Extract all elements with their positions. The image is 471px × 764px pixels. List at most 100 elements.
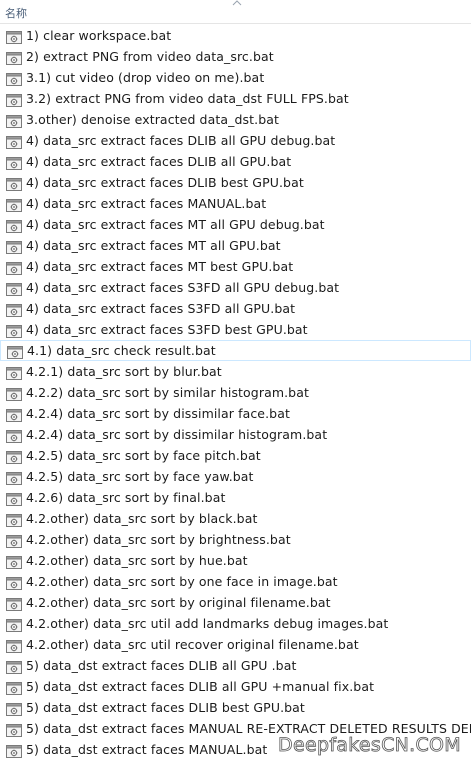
file-row[interactable]: 4.2.6) data_src sort by final.bat — [0, 487, 471, 508]
file-name: 4) data_src extract faces MT best GPU.ba… — [26, 259, 294, 274]
file-name: 4) data_src extract faces DLIB all GPU d… — [26, 133, 336, 148]
file-name: 4) data_src extract faces MT all GPU deb… — [26, 217, 325, 232]
file-row[interactable]: 1) clear workspace.bat — [0, 25, 471, 46]
batch-file-icon — [6, 680, 22, 695]
file-row[interactable]: 4.2.4) data_src sort by dissimilar histo… — [0, 424, 471, 445]
batch-file-icon — [6, 29, 22, 44]
batch-file-icon — [6, 617, 22, 632]
file-row[interactable]: 4) data_src extract faces DLIB best GPU.… — [0, 172, 471, 193]
file-row[interactable]: 3.2) extract PNG from video data_dst FUL… — [0, 88, 471, 109]
batch-file-icon — [6, 554, 22, 569]
file-name: 4.2.other) data_src sort by brightness.b… — [26, 532, 291, 547]
file-name: 4.2.2) data_src sort by similar histogra… — [26, 385, 309, 400]
file-explorer-window: 名称 1) clear workspace.bat 2) extract PNG … — [0, 0, 471, 764]
batch-file-icon — [6, 218, 22, 233]
file-name: 4) data_src extract faces S3FD best GPU.… — [26, 322, 308, 337]
file-name: 4.2.other) data_src sort by black.bat — [26, 511, 258, 526]
column-header[interactable]: 名称 — [0, 0, 471, 24]
file-row[interactable]: 4) data_src extract faces S3FD all GPU d… — [0, 277, 471, 298]
batch-file-icon — [6, 50, 22, 65]
file-row[interactable]: 4.2.2) data_src sort by similar histogra… — [0, 382, 471, 403]
file-name: 4) data_src extract faces S3FD all GPU d… — [26, 280, 340, 295]
batch-file-icon — [6, 470, 22, 485]
batch-file-icon — [6, 92, 22, 107]
file-name: 5) data_dst extract faces DLIB all GPU +… — [26, 679, 375, 694]
batch-file-icon — [6, 638, 22, 653]
name-column-header[interactable]: 名称 — [5, 5, 27, 21]
file-row[interactable]: 5) data_dst extract faces MANUAL.bat — [0, 739, 471, 760]
batch-file-icon — [6, 428, 22, 443]
file-row[interactable]: 4.2.other) data_src util add landmarks d… — [0, 613, 471, 634]
file-name: 4) data_src extract faces DLIB best GPU.… — [26, 175, 304, 190]
file-row[interactable]: 4) data_src extract faces MT all GPU.bat — [0, 235, 471, 256]
batch-file-icon — [6, 659, 22, 674]
file-row[interactable]: 4.2.4) data_src sort by dissimilar face.… — [0, 403, 471, 424]
file-name: 3.1) cut video (drop video on me).bat — [26, 70, 265, 85]
file-list: 1) clear workspace.bat 2) extract PNG fro… — [0, 25, 471, 760]
file-name: 5) data_dst extract faces MANUAL RE-EXTR… — [26, 721, 471, 736]
file-name: 3.2) extract PNG from video data_dst FUL… — [26, 91, 349, 106]
file-row[interactable]: 4) data_src extract faces MT best GPU.ba… — [0, 256, 471, 277]
file-name: 4.2.other) data_src util add landmarks d… — [26, 616, 389, 631]
file-row[interactable]: 4) data_src extract faces DLIB all GPU d… — [0, 130, 471, 151]
file-name: 4) data_src extract faces S3FD all GPU.b… — [26, 301, 296, 316]
batch-file-icon — [6, 596, 22, 611]
file-row[interactable]: 3.other) denoise extracted data_dst.bat — [0, 109, 471, 130]
file-name: 1) clear workspace.bat — [26, 28, 172, 43]
file-row[interactable]: 4.2.5) data_src sort by face yaw.bat — [0, 466, 471, 487]
file-row[interactable]: 2) extract PNG from video data_src.bat — [0, 46, 471, 67]
file-name: 4.2.6) data_src sort by final.bat — [26, 490, 226, 505]
batch-file-icon — [6, 323, 22, 338]
file-row[interactable]: 5) data_dst extract faces MANUAL RE-EXTR… — [0, 718, 471, 739]
file-row[interactable]: 5) data_dst extract faces DLIB all GPU +… — [0, 676, 471, 697]
batch-file-icon — [6, 386, 22, 401]
file-name: 4.2.5) data_src sort by face yaw.bat — [26, 469, 254, 484]
file-name: 5) data_dst extract faces DLIB all GPU .… — [26, 658, 297, 673]
batch-file-icon — [6, 365, 22, 380]
file-name: 4.1) data_src check result.bat — [27, 343, 216, 358]
file-row[interactable]: 5) data_dst extract faces DLIB all GPU .… — [0, 655, 471, 676]
batch-file-icon — [6, 491, 22, 506]
file-name: 4.2.other) data_src sort by original fil… — [26, 595, 331, 610]
file-row[interactable]: 4) data_src extract faces MANUAL.bat — [0, 193, 471, 214]
file-name: 4) data_src extract faces DLIB all GPU.b… — [26, 154, 292, 169]
file-row[interactable]: 4) data_src extract faces S3FD all GPU.b… — [0, 298, 471, 319]
file-row[interactable]: 4.2.other) data_src util recover origina… — [0, 634, 471, 655]
file-row[interactable]: 4.2.other) data_src sort by hue.bat — [0, 550, 471, 571]
batch-file-icon — [6, 512, 22, 527]
file-name: 4.2.other) data_src util recover origina… — [26, 637, 359, 652]
chevron-up-icon[interactable] — [232, 0, 242, 7]
file-name: 4.2.5) data_src sort by face pitch.bat — [26, 448, 261, 463]
batch-file-icon — [6, 197, 22, 212]
file-row[interactable]: 4.2.other) data_src sort by brightness.b… — [0, 529, 471, 550]
file-row[interactable]: 4) data_src extract faces MT all GPU deb… — [0, 214, 471, 235]
file-row[interactable]: 3.1) cut video (drop video on me).bat — [0, 67, 471, 88]
file-row[interactable]: 4.2.other) data_src sort by original fil… — [0, 592, 471, 613]
file-name: 5) data_dst extract faces MANUAL.bat — [26, 742, 268, 757]
file-row[interactable]: 4.2.other) data_src sort by one face in … — [0, 571, 471, 592]
file-row[interactable]: 4.1) data_src check result.bat — [0, 340, 471, 361]
file-row[interactable]: 4.2.other) data_src sort by black.bat — [0, 508, 471, 529]
batch-file-icon — [6, 533, 22, 548]
file-row[interactable]: 4.2.5) data_src sort by face pitch.bat — [0, 445, 471, 466]
batch-file-icon — [6, 134, 22, 149]
batch-file-icon — [6, 722, 22, 737]
file-name: 2) extract PNG from video data_src.bat — [26, 49, 274, 64]
batch-file-icon — [6, 407, 22, 422]
batch-file-icon — [6, 176, 22, 191]
file-name: 4.2.4) data_src sort by dissimilar histo… — [26, 427, 328, 442]
file-name: 4.2.1) data_src sort by blur.bat — [26, 364, 222, 379]
file-row[interactable]: 4) data_src extract faces S3FD best GPU.… — [0, 319, 471, 340]
file-row[interactable]: 4) data_src extract faces DLIB all GPU.b… — [0, 151, 471, 172]
batch-file-icon — [6, 113, 22, 128]
batch-file-icon — [6, 71, 22, 86]
batch-file-icon — [6, 155, 22, 170]
batch-file-icon — [6, 449, 22, 464]
file-row[interactable]: 4.2.1) data_src sort by blur.bat — [0, 361, 471, 382]
file-name: 4) data_src extract faces MANUAL.bat — [26, 196, 267, 211]
file-name: 4.2.other) data_src sort by hue.bat — [26, 553, 248, 568]
file-row[interactable]: 5) data_dst extract faces DLIB best GPU.… — [0, 697, 471, 718]
batch-file-icon — [6, 743, 22, 758]
batch-file-icon — [6, 302, 22, 317]
file-name: 4.2.other) data_src sort by one face in … — [26, 574, 338, 589]
